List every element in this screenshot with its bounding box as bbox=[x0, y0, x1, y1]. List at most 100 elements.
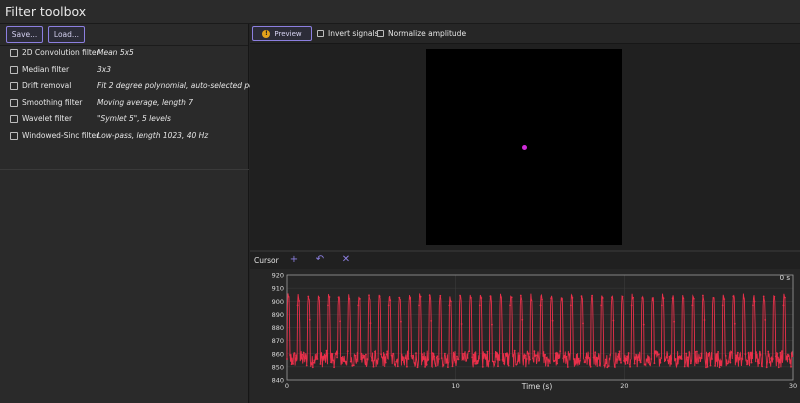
signal-point bbox=[601, 297, 604, 299]
signal-point bbox=[779, 351, 782, 354]
signal-point bbox=[699, 357, 701, 359]
signal-point bbox=[721, 304, 724, 307]
signal-point bbox=[289, 354, 291, 356]
signal-point bbox=[597, 358, 600, 360]
checkbox-box[interactable] bbox=[317, 30, 324, 37]
signal-point bbox=[650, 358, 653, 360]
signal-point bbox=[333, 366, 335, 369]
signal-point bbox=[541, 298, 543, 301]
signal-point bbox=[711, 358, 713, 360]
signal-point bbox=[715, 360, 718, 362]
signal-point bbox=[298, 300, 300, 302]
signal-point bbox=[440, 357, 443, 359]
filter-checkbox[interactable] bbox=[10, 115, 18, 123]
normalize-amplitude-checkbox[interactable]: Normalize amplitude bbox=[377, 29, 466, 38]
image-canvas[interactable] bbox=[426, 49, 622, 245]
y-tick-label: 870 bbox=[272, 337, 284, 345]
signal-point bbox=[644, 363, 647, 366]
splitter-handle[interactable] bbox=[250, 250, 800, 252]
filter-checkbox[interactable] bbox=[10, 98, 18, 107]
signal-point bbox=[720, 360, 722, 363]
x-axis-label: Time (s) bbox=[521, 382, 553, 391]
signal-point bbox=[732, 295, 735, 298]
signal-point bbox=[744, 353, 747, 355]
signal-point bbox=[768, 361, 771, 364]
signal-point bbox=[532, 357, 534, 360]
filter-row-wavelet[interactable]: Wavelet filter "Symlet 5", 5 levels bbox=[0, 112, 249, 128]
plus-icon[interactable]: + bbox=[288, 254, 300, 266]
signal-point bbox=[626, 355, 628, 358]
signal-point bbox=[639, 361, 642, 364]
filter-row-2d-convolution[interactable]: 2D Convolution filter Mean 5x5 bbox=[0, 46, 249, 62]
signal-point bbox=[366, 358, 369, 360]
close-icon[interactable]: ✕ bbox=[340, 254, 352, 266]
save-button[interactable]: Save... bbox=[6, 26, 43, 43]
signal-point bbox=[451, 365, 454, 368]
preview-toolbar: ! Preview Invert signals Normalize ampli… bbox=[250, 24, 800, 44]
warning-icon: ! bbox=[262, 29, 271, 38]
signal-point bbox=[307, 295, 310, 298]
signal-point bbox=[419, 295, 422, 298]
signal-point bbox=[292, 363, 294, 365]
signal-point bbox=[682, 297, 685, 299]
invert-signals-checkbox[interactable]: Invert signals bbox=[317, 29, 379, 38]
signal-point bbox=[355, 358, 358, 361]
filter-row-median[interactable]: Median filter 3x3 bbox=[0, 63, 249, 79]
filter-row-windowed-sinc[interactable]: Windowed-Sinc filter Low-pass, length 10… bbox=[0, 129, 249, 145]
x-tick-label: 20 bbox=[620, 382, 628, 390]
signal-point bbox=[424, 366, 426, 368]
signal-point bbox=[498, 359, 501, 361]
load-button[interactable]: Load... bbox=[48, 26, 85, 43]
title-bar: Filter toolbox bbox=[0, 0, 800, 24]
filter-list: 2D Convolution filter Mean 5x5 Median fi… bbox=[0, 46, 267, 170]
undo-icon[interactable]: ↶ bbox=[314, 254, 326, 266]
signal-point bbox=[585, 356, 587, 359]
signal-point bbox=[447, 366, 449, 368]
signal-point bbox=[450, 300, 452, 303]
signal-point bbox=[606, 366, 609, 369]
signal-point bbox=[776, 353, 779, 355]
filter-row-smoothing[interactable]: Smoothing filter Moving average, length … bbox=[0, 96, 249, 112]
signal-point bbox=[314, 358, 317, 361]
signal-point bbox=[396, 365, 399, 368]
signal-point bbox=[759, 354, 762, 356]
filter-checkbox[interactable] bbox=[10, 49, 18, 57]
signal-point bbox=[434, 365, 437, 367]
window-title: Filter toolbox bbox=[5, 4, 87, 19]
signal-plot-svg[interactable]: 840 850 860 870 880 890 900 910 920 0 10 20 30 0 s T… bbox=[250, 269, 800, 403]
signal-point bbox=[445, 358, 448, 361]
signal-point bbox=[635, 354, 637, 356]
preview-button[interactable]: ! Preview bbox=[252, 26, 312, 41]
signal-point bbox=[692, 297, 695, 300]
signal-point bbox=[617, 355, 619, 358]
filter-checkbox[interactable] bbox=[10, 82, 18, 90]
signal-point bbox=[735, 354, 738, 357]
filter-name: Drift removal bbox=[22, 81, 72, 90]
signal-point bbox=[573, 358, 575, 360]
signal-point bbox=[486, 350, 489, 353]
cursor-toolbar: Cursor + ↶ ✕ bbox=[250, 253, 800, 269]
signal-point bbox=[525, 358, 528, 360]
signal-plot[interactable]: 840 850 860 870 880 890 900 910 920 0 10 20 30 0 s T… bbox=[250, 269, 800, 403]
signal-point bbox=[656, 351, 659, 354]
filter-row-drift-removal[interactable]: Drift removal Fit 2 degree polynomial, a… bbox=[0, 79, 267, 95]
signal-point bbox=[741, 358, 744, 360]
signal-point bbox=[510, 296, 513, 299]
signal-point bbox=[746, 363, 748, 366]
filter-checkbox[interactable] bbox=[10, 131, 18, 140]
filter-name: Wavelet filter bbox=[22, 114, 73, 123]
signal-point bbox=[413, 362, 416, 364]
y-tick-label: 900 bbox=[272, 298, 284, 306]
signal-point bbox=[456, 355, 458, 358]
signal-point bbox=[717, 351, 719, 353]
signal-point bbox=[431, 352, 434, 355]
checkbox-box[interactable] bbox=[377, 30, 384, 37]
signal-point bbox=[651, 299, 654, 302]
signal-point bbox=[460, 323, 463, 325]
signal-point bbox=[383, 354, 386, 356]
selected-pixel-marker[interactable] bbox=[522, 145, 527, 150]
filter-checkbox[interactable] bbox=[10, 65, 18, 74]
signal-point bbox=[340, 356, 343, 359]
signal-point bbox=[398, 296, 401, 299]
signal-point bbox=[316, 358, 319, 360]
